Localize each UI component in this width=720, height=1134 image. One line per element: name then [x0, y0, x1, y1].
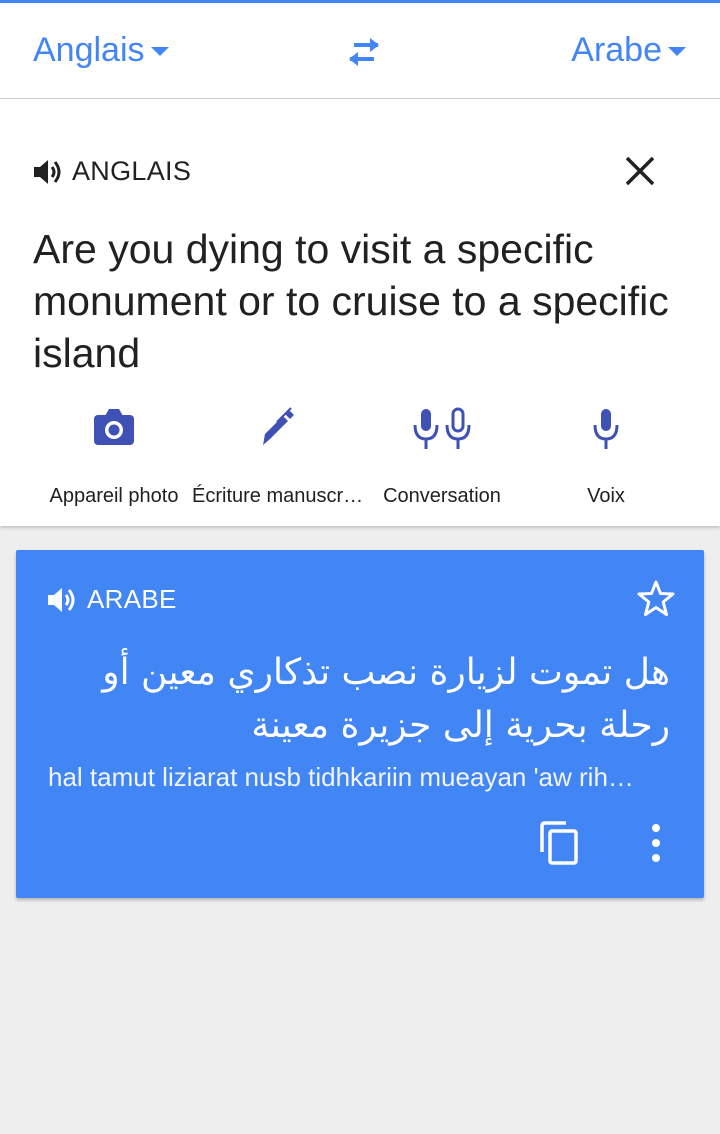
copy-icon[interactable]	[538, 820, 580, 866]
camera-tool-label: Appareil photo	[49, 485, 179, 507]
volume-icon[interactable]	[32, 157, 64, 187]
conversation-tool-label: Conversation	[383, 485, 501, 507]
conversation-tool-button[interactable]: Conversation	[357, 399, 527, 509]
target-language-caption: ARABE	[87, 584, 177, 614]
pen-icon	[263, 407, 294, 445]
arrow-drop-down-icon	[150, 47, 169, 56]
close-icon[interactable]	[622, 153, 658, 189]
camera-icon	[94, 409, 134, 445]
handwriting-tool-label: Écriture manuscr…	[192, 485, 364, 507]
source-language-selector[interactable]: Anglais	[33, 31, 169, 70]
voice-tool-label: Voix	[587, 485, 625, 507]
volume-icon[interactable]	[46, 585, 78, 615]
source-language-caption: ANGLAIS	[72, 156, 192, 186]
target-language-selector[interactable]: Arabe	[571, 31, 686, 70]
source-input-card: ANGLAIS Are you dying to visit a specifi…	[0, 99, 720, 526]
translation-result-card[interactable]: ARABE هل تموت لزيارة نصب تذكاري معين أو …	[16, 550, 704, 898]
target-language-header: ARABE	[46, 584, 177, 615]
translated-text: هل تموت لزيارة نصب تذكاري معين أو رحلة ب…	[102, 652, 670, 746]
microphone-icon	[593, 409, 619, 449]
input-tools: Appareil photo Écriture manuscr… Convers…	[0, 399, 720, 509]
handwriting-tool-button[interactable]: Écriture manuscr…	[192, 399, 364, 509]
transliteration-text: hal tamut liziarat nusb tidhkariin mueay…	[48, 762, 634, 792]
dual-microphone-icon	[413, 407, 471, 449]
swap-horizontal-icon[interactable]	[344, 35, 384, 69]
target-language-label: Arabe	[571, 31, 662, 69]
more-vertical-icon[interactable]	[644, 822, 668, 864]
arrow-drop-down-icon	[668, 47, 686, 56]
source-language-label: Anglais	[33, 31, 145, 69]
camera-tool-button[interactable]: Appareil photo	[29, 399, 199, 509]
source-text[interactable]: Are you dying to visit a specific monume…	[33, 223, 683, 379]
star-outline-icon[interactable]	[636, 579, 676, 619]
source-language-header: ANGLAIS	[32, 156, 191, 187]
voice-tool-button[interactable]: Voix	[521, 399, 691, 509]
language-bar: Anglais Arabe	[0, 3, 720, 99]
